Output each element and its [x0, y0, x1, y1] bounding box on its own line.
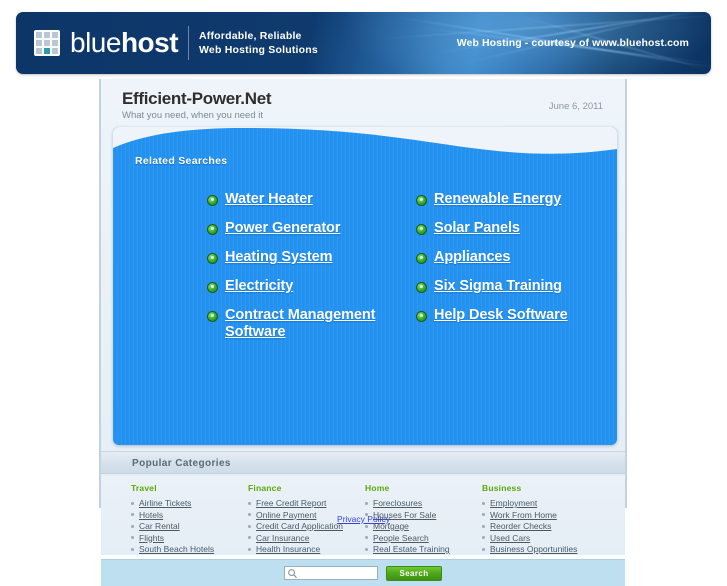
category-link[interactable]: Used Cars [490, 533, 530, 543]
bluehost-logo[interactable]: bluehost [34, 24, 179, 62]
popular-categories-bar: Popular Categories [101, 451, 625, 474]
list-item[interactable]: Free Credit Report [248, 498, 365, 508]
list-item[interactable]: Six Sigma Training [406, 272, 617, 301]
privacy-policy-link[interactable]: Privacy Policy [337, 514, 390, 524]
category-heading: Business [482, 483, 522, 493]
green-bullet-icon [207, 253, 218, 264]
dot-icon [365, 547, 368, 551]
related-link[interactable]: Heating System [225, 249, 332, 266]
green-bullet-icon [416, 311, 427, 322]
search-input[interactable] [300, 568, 377, 578]
list-item[interactable]: Electricity [113, 272, 406, 301]
list-item[interactable]: Car Insurance [248, 533, 365, 543]
list-item[interactable]: Employment [482, 498, 599, 508]
category-link[interactable]: Flights [139, 533, 164, 543]
category-link[interactable]: Real Estate Training [373, 544, 450, 554]
category-heading: Travel [131, 483, 157, 493]
search-button[interactable]: Search [386, 565, 442, 581]
green-bullet-icon [416, 195, 427, 206]
related-link[interactable]: Appliances [434, 249, 510, 266]
list-item[interactable]: Heating System [113, 243, 406, 272]
panel-header: Efficient-Power.Net What you need, when … [101, 79, 625, 124]
green-bullet-icon [416, 282, 427, 293]
dot-icon [131, 547, 134, 551]
page-date: June 6, 2011 [548, 101, 603, 112]
dot-icon [131, 501, 134, 505]
list-item[interactable]: Real Estate Training [365, 544, 482, 554]
popular-categories-title: Popular Categories [132, 458, 231, 469]
green-bullet-icon [416, 224, 427, 235]
category-link[interactable]: Business Opportunities [490, 544, 577, 554]
list-item[interactable]: Used Cars [482, 533, 599, 543]
dot-icon [482, 536, 485, 539]
list-item[interactable]: Solar Panels [406, 214, 617, 243]
related-searches-panel: Related Searches Water Heater Renewable … [113, 127, 617, 445]
footer: Privacy Policy [0, 509, 727, 527]
green-bullet-icon [207, 282, 218, 293]
list-item[interactable]: South Beach Hotels [131, 544, 248, 554]
list-item[interactable]: Foreclosures [365, 498, 482, 508]
dot-icon [482, 547, 485, 551]
dot-icon [365, 536, 368, 539]
banner-courtesy-text: Web Hosting - courtesy of www.bluehost.c… [456, 37, 689, 49]
dot-icon [131, 536, 134, 539]
category-link[interactable]: People Search [373, 533, 429, 543]
category-link[interactable]: Car Insurance [256, 533, 309, 543]
related-link[interactable]: Electricity [225, 278, 293, 295]
related-searches-links: Water Heater Renewable Energy Power Gene… [113, 185, 617, 347]
green-bullet-icon [207, 311, 218, 322]
content-panel: Efficient-Power.Net What you need, when … [99, 79, 627, 586]
category-heading: Home [365, 483, 390, 493]
list-item[interactable]: Health Insurance [248, 544, 365, 554]
logo-divider [188, 26, 189, 60]
grid-logo-icon [34, 30, 60, 56]
related-link[interactable]: Help Desk Software [434, 307, 568, 324]
related-link[interactable]: Water Heater [225, 191, 313, 208]
list-item[interactable]: Airline Tickets [131, 498, 248, 508]
list-item[interactable]: Business Opportunities [482, 544, 599, 554]
green-bullet-icon [207, 195, 218, 206]
list-item[interactable]: Renewable Energy [406, 185, 617, 214]
dot-icon [248, 501, 251, 505]
related-link[interactable]: Contract Management Software [225, 307, 406, 341]
logo-word-blue: blue [70, 27, 121, 58]
list-item[interactable]: Flights [131, 533, 248, 543]
related-link[interactable]: Renewable Energy [434, 191, 561, 208]
logo-wordmark: bluehost [70, 27, 179, 58]
logo-word-host: host [120, 27, 179, 58]
list-item[interactable]: Water Heater [113, 185, 406, 214]
tagline-line-1: Affordable, Reliable [199, 30, 302, 42]
related-link[interactable]: Solar Panels [434, 220, 520, 237]
category-link[interactable]: South Beach Hotels [139, 544, 214, 554]
page-subtitle: What you need, when you need it [122, 110, 264, 121]
list-item[interactable]: People Search [365, 533, 482, 543]
green-bullet-icon [207, 224, 218, 235]
search-icon [288, 569, 297, 579]
related-searches-label: Related Searches [135, 155, 228, 167]
dot-icon [365, 501, 368, 505]
category-link[interactable]: Foreclosures [373, 498, 422, 508]
search-strip: Search [101, 559, 625, 586]
category-link[interactable]: Health Insurance [256, 544, 320, 554]
category-link[interactable]: Airline Tickets [139, 498, 191, 508]
category-heading: Finance [248, 483, 282, 493]
related-link[interactable]: Six Sigma Training [434, 278, 562, 295]
dot-icon [248, 536, 251, 539]
category-link[interactable]: Free Credit Report [256, 498, 326, 508]
page-title: Efficient-Power.Net [122, 89, 272, 108]
list-item[interactable]: Contract Management Software [113, 301, 406, 347]
search-box[interactable] [284, 566, 378, 580]
dot-icon [248, 547, 251, 551]
list-item[interactable]: Help Desk Software [406, 301, 617, 347]
bluehost-banner: bluehost Affordable, Reliable Web Hostin… [16, 12, 711, 74]
list-item[interactable]: Appliances [406, 243, 617, 272]
banner-tagline: Affordable, Reliable Web Hosting Solutio… [199, 29, 318, 57]
dot-icon [482, 501, 485, 505]
related-link[interactable]: Power Generator [225, 220, 340, 237]
category-link[interactable]: Employment [490, 498, 537, 508]
green-bullet-icon [416, 253, 427, 264]
tagline-line-2: Web Hosting Solutions [199, 44, 318, 56]
list-item[interactable]: Power Generator [113, 214, 406, 243]
